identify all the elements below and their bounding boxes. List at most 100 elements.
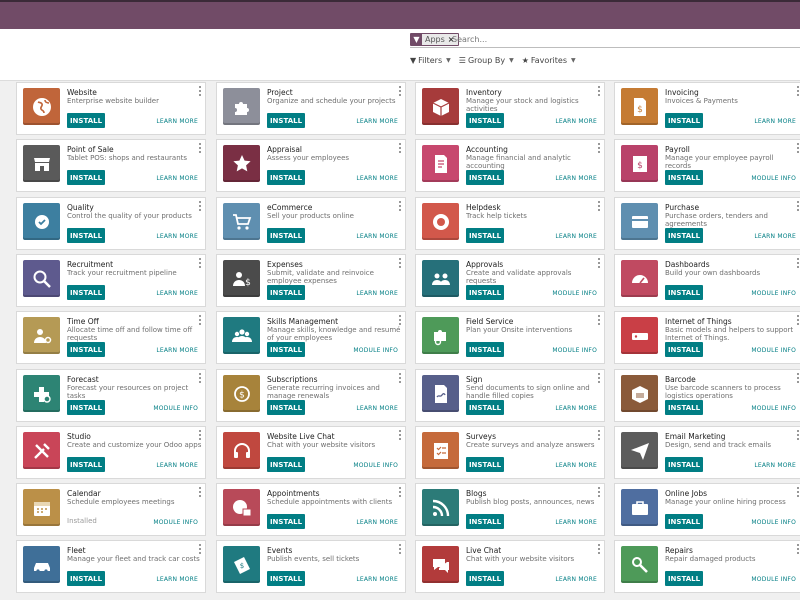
module-info-link[interactable]: MODULE INFO bbox=[751, 175, 796, 182]
app-card[interactable]: $ Subscriptions Generate recurring invoice… bbox=[216, 369, 406, 422]
app-card[interactable]: $ Invoicing Invoices & Payments INSTALL LEAR… bbox=[614, 82, 800, 135]
learn-more-link[interactable]: LEARN MORE bbox=[356, 175, 398, 182]
app-card[interactable]: Recruitment Track your recruitment pipeli… bbox=[16, 254, 206, 307]
app-card[interactable]: Online Jobs Manage your online hiring pro… bbox=[614, 483, 800, 536]
learn-more-link[interactable]: LEARN MORE bbox=[156, 576, 198, 583]
kebab-menu-icon[interactable] bbox=[398, 315, 402, 325]
app-card[interactable]: Accounting Manage financial and analytic … bbox=[415, 139, 605, 192]
learn-more-link[interactable]: LEARN MORE bbox=[555, 576, 597, 583]
learn-more-link[interactable]: LEARN MORE bbox=[356, 118, 398, 125]
install-button[interactable]: INSTALL bbox=[466, 400, 504, 415]
kebab-menu-icon[interactable] bbox=[398, 258, 402, 268]
kebab-menu-icon[interactable] bbox=[597, 487, 601, 497]
app-card[interactable]: Sign Send documents to sign online and ha… bbox=[415, 369, 605, 422]
app-card[interactable]: $ Payroll Manage your employee payroll rec… bbox=[614, 139, 800, 192]
install-button[interactable]: INSTALL bbox=[67, 228, 105, 243]
app-card[interactable]: Studio Create and customize your Odoo app… bbox=[16, 426, 206, 479]
install-button[interactable]: INSTALL bbox=[466, 342, 504, 357]
learn-more-link[interactable]: LEARN MORE bbox=[754, 118, 796, 125]
learn-more-link[interactable]: LEARN MORE bbox=[356, 405, 398, 412]
kebab-menu-icon[interactable] bbox=[398, 86, 402, 96]
app-card[interactable]: Purchase Purchase orders, tenders and agr… bbox=[614, 197, 800, 250]
install-button[interactable]: INSTALL bbox=[466, 457, 504, 472]
group-by-button[interactable]: ☰ Group By ▼ bbox=[459, 56, 514, 65]
app-card[interactable]: Internet of Things Basic models and helpe… bbox=[614, 311, 800, 364]
kebab-menu-icon[interactable] bbox=[597, 544, 601, 554]
kebab-menu-icon[interactable] bbox=[198, 430, 202, 440]
kebab-menu-icon[interactable] bbox=[198, 86, 202, 96]
app-card[interactable]: Appraisal Assess your employees INSTALL LEA… bbox=[216, 139, 406, 192]
learn-more-link[interactable]: LEARN MORE bbox=[555, 519, 597, 526]
app-card[interactable]: $ Events Publish events, sell tickets INSTA… bbox=[216, 540, 406, 593]
app-card[interactable]: Barcode Use barcode scanners to process l… bbox=[614, 369, 800, 422]
learn-more-link[interactable]: LEARN MORE bbox=[156, 233, 198, 240]
install-button[interactable]: INSTALL bbox=[67, 170, 105, 185]
learn-more-link[interactable]: LEARN MORE bbox=[156, 175, 198, 182]
kebab-menu-icon[interactable] bbox=[597, 201, 601, 211]
install-button[interactable]: INSTALL bbox=[267, 571, 305, 586]
learn-more-link[interactable]: LEARN MORE bbox=[356, 290, 398, 297]
learn-more-link[interactable]: LEARN MORE bbox=[356, 233, 398, 240]
learn-more-link[interactable]: LEARN MORE bbox=[555, 175, 597, 182]
install-button[interactable]: INSTALL bbox=[267, 113, 305, 128]
app-card[interactable]: Field Service Plan your Onsite interventi… bbox=[415, 311, 605, 364]
kebab-menu-icon[interactable] bbox=[597, 430, 601, 440]
learn-more-link[interactable]: LEARN MORE bbox=[156, 462, 198, 469]
kebab-menu-icon[interactable] bbox=[198, 143, 202, 153]
install-button[interactable]: INSTALL bbox=[466, 285, 504, 300]
kebab-menu-icon[interactable] bbox=[398, 487, 402, 497]
app-card[interactable]: Inventory Manage your stock and logistics… bbox=[415, 82, 605, 135]
kebab-menu-icon[interactable] bbox=[796, 487, 800, 497]
install-button[interactable]: INSTALL bbox=[466, 170, 504, 185]
kebab-menu-icon[interactable] bbox=[796, 430, 800, 440]
kebab-menu-icon[interactable] bbox=[796, 544, 800, 554]
learn-more-link[interactable]: LEARN MORE bbox=[754, 233, 796, 240]
install-button[interactable]: INSTALL bbox=[665, 514, 703, 529]
module-info-link[interactable]: MODULE INFO bbox=[353, 347, 398, 354]
install-button[interactable]: INSTALL bbox=[665, 113, 703, 128]
install-button[interactable]: INSTALL bbox=[665, 457, 703, 472]
kebab-menu-icon[interactable] bbox=[198, 201, 202, 211]
app-card[interactable]: Email Marketing Design, send and track em… bbox=[614, 426, 800, 479]
learn-more-link[interactable]: LEARN MORE bbox=[555, 405, 597, 412]
install-button[interactable]: INSTALL bbox=[267, 457, 305, 472]
kebab-menu-icon[interactable] bbox=[198, 258, 202, 268]
install-button[interactable]: INSTALL bbox=[267, 170, 305, 185]
install-button[interactable]: INSTALL bbox=[67, 571, 105, 586]
app-card[interactable]: Dashboards Build your own dashboards INSTA… bbox=[614, 254, 800, 307]
learn-more-link[interactable]: LEARN MORE bbox=[754, 462, 796, 469]
install-button[interactable]: INSTALL bbox=[466, 571, 504, 586]
install-button[interactable]: INSTALL bbox=[665, 285, 703, 300]
app-card[interactable]: Helpdesk Track help tickets INSTALL LEARN M… bbox=[415, 197, 605, 250]
module-info-link[interactable]: MODULE INFO bbox=[751, 347, 796, 354]
install-button[interactable]: INSTALL bbox=[67, 400, 105, 415]
learn-more-link[interactable]: LEARN MORE bbox=[156, 347, 198, 354]
app-card[interactable]: Appointments Schedule appointments with c… bbox=[216, 483, 406, 536]
install-button[interactable]: INSTALL bbox=[665, 400, 703, 415]
learn-more-link[interactable]: LEARN MORE bbox=[356, 519, 398, 526]
app-card[interactable]: Website Enterprise website builder INSTALL… bbox=[16, 82, 206, 135]
module-info-link[interactable]: MODULE INFO bbox=[751, 405, 796, 412]
app-card[interactable]: Forecast Forecast your resources on proje… bbox=[16, 369, 206, 422]
install-button[interactable]: INSTALL bbox=[267, 285, 305, 300]
filters-button[interactable]: ▼ Filters ▼ bbox=[410, 56, 451, 65]
install-button[interactable]: INSTALL bbox=[67, 285, 105, 300]
kebab-menu-icon[interactable] bbox=[597, 258, 601, 268]
kebab-menu-icon[interactable] bbox=[796, 143, 800, 153]
kebab-menu-icon[interactable] bbox=[597, 86, 601, 96]
app-card[interactable]: eCommerce Sell your products online INSTAL… bbox=[216, 197, 406, 250]
search-input[interactable] bbox=[452, 33, 792, 46]
app-card[interactable]: Fleet Manage your fleet and track car cos… bbox=[16, 540, 206, 593]
kebab-menu-icon[interactable] bbox=[597, 143, 601, 153]
module-info-link[interactable]: MODULE INFO bbox=[751, 290, 796, 297]
install-button[interactable]: INSTALL bbox=[466, 228, 504, 243]
kebab-menu-icon[interactable] bbox=[398, 430, 402, 440]
install-button[interactable]: INSTALL bbox=[67, 342, 105, 357]
kebab-menu-icon[interactable] bbox=[796, 201, 800, 211]
kebab-menu-icon[interactable] bbox=[198, 544, 202, 554]
kebab-menu-icon[interactable] bbox=[398, 373, 402, 383]
app-card[interactable]: Repairs Repair damaged products INSTALL MOD… bbox=[614, 540, 800, 593]
app-card[interactable]: Point of Sale Tablet POS: shops and resta… bbox=[16, 139, 206, 192]
kebab-menu-icon[interactable] bbox=[398, 143, 402, 153]
app-card[interactable]: Project Organize and schedule your projec… bbox=[216, 82, 406, 135]
